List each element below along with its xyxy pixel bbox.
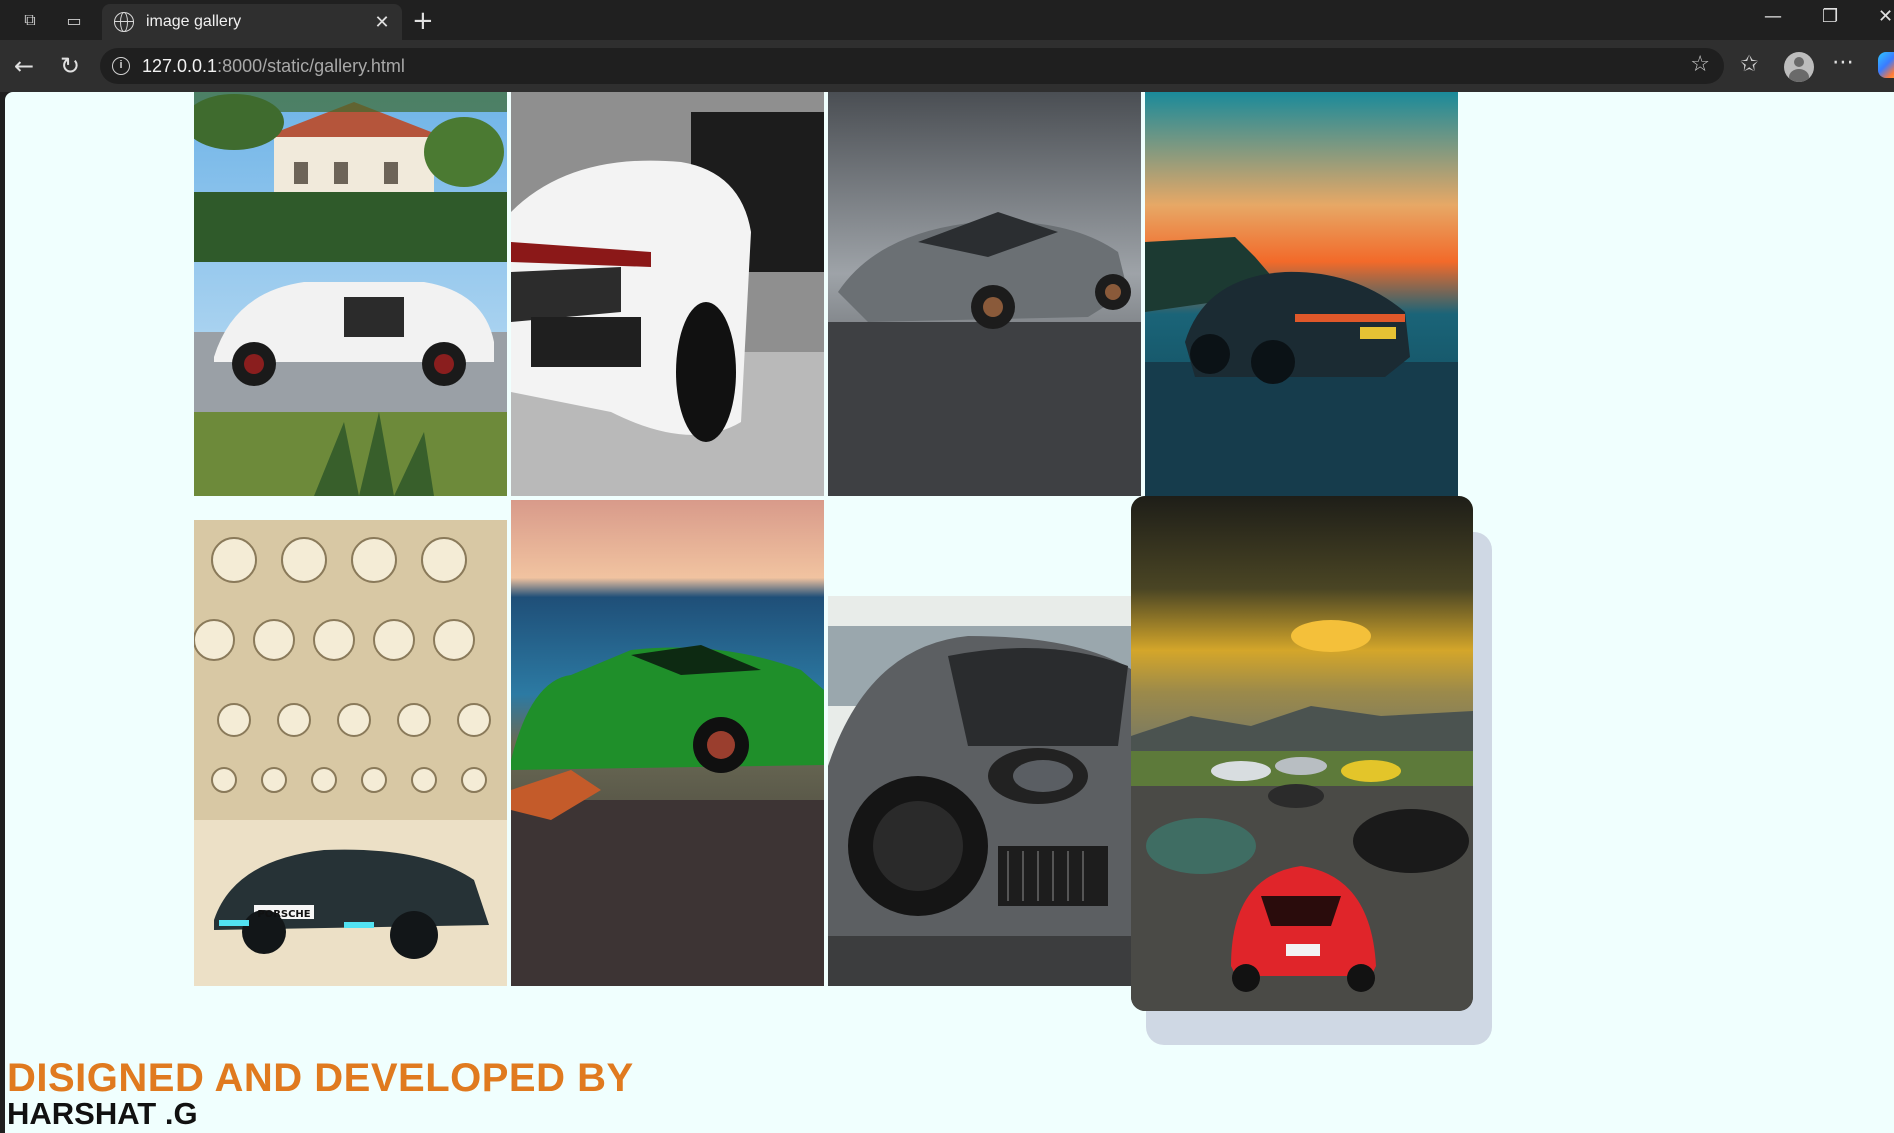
license-plate-text: PORSCHE <box>257 909 310 920</box>
favorites-icon[interactable]: ✩ <box>1740 52 1758 77</box>
page-viewport: PORSCHE DISIGNED AND DEVELOPED BY HARSHA… <box>5 92 1894 1133</box>
new-tab-icon[interactable]: + <box>412 6 434 36</box>
browser-toolbar: ← ↻ i 127.0.0.1:8000/static/gallery.html… <box>0 40 1894 92</box>
gallery-image-8[interactable] <box>1131 496 1473 1011</box>
tab-title: image gallery <box>146 13 242 30</box>
gallery-image-7[interactable] <box>828 596 1141 986</box>
globe-icon <box>114 12 134 32</box>
minimize-icon[interactable]: — <box>1764 6 1782 27</box>
address-bar[interactable]: i 127.0.0.1:8000/static/gallery.html ☆ <box>100 48 1724 84</box>
footer-author-name: HARSHAT .G <box>7 1096 198 1131</box>
url-path: :8000/static/gallery.html <box>217 55 405 76</box>
gallery-image-4[interactable] <box>1145 92 1458 496</box>
more-options-icon[interactable]: ⋯ <box>1832 50 1854 75</box>
site-info-icon[interactable]: i <box>112 57 130 75</box>
workspaces-icon[interactable]: ⧉ <box>18 8 42 32</box>
favorite-star-icon[interactable]: ☆ <box>1690 52 1710 77</box>
gallery-image-3[interactable] <box>828 92 1141 496</box>
copilot-icon[interactable] <box>1878 52 1894 78</box>
gallery-image-6[interactable] <box>511 500 824 986</box>
url-host: 127.0.0.1 <box>142 55 218 76</box>
restore-icon[interactable]: ❐ <box>1822 6 1838 27</box>
close-window-icon[interactable]: ✕ <box>1878 6 1893 27</box>
browser-titlebar: ⧉ ▭ image gallery ✕ + — ❐ ✕ <box>0 0 1894 40</box>
footer-heading: DISIGNED AND DEVELOPED BY <box>7 1056 634 1100</box>
back-icon[interactable]: ← <box>10 52 38 80</box>
gallery-image-1[interactable] <box>194 92 507 496</box>
gallery-image-2[interactable] <box>511 92 824 496</box>
refresh-icon[interactable]: ↻ <box>56 52 84 80</box>
vertical-tabs-icon[interactable]: ▭ <box>62 8 86 32</box>
gallery-image-5[interactable]: PORSCHE <box>194 520 507 986</box>
profile-avatar-icon[interactable] <box>1784 52 1814 82</box>
browser-tab[interactable]: image gallery ✕ <box>102 4 402 40</box>
close-tab-icon[interactable]: ✕ <box>370 12 394 33</box>
